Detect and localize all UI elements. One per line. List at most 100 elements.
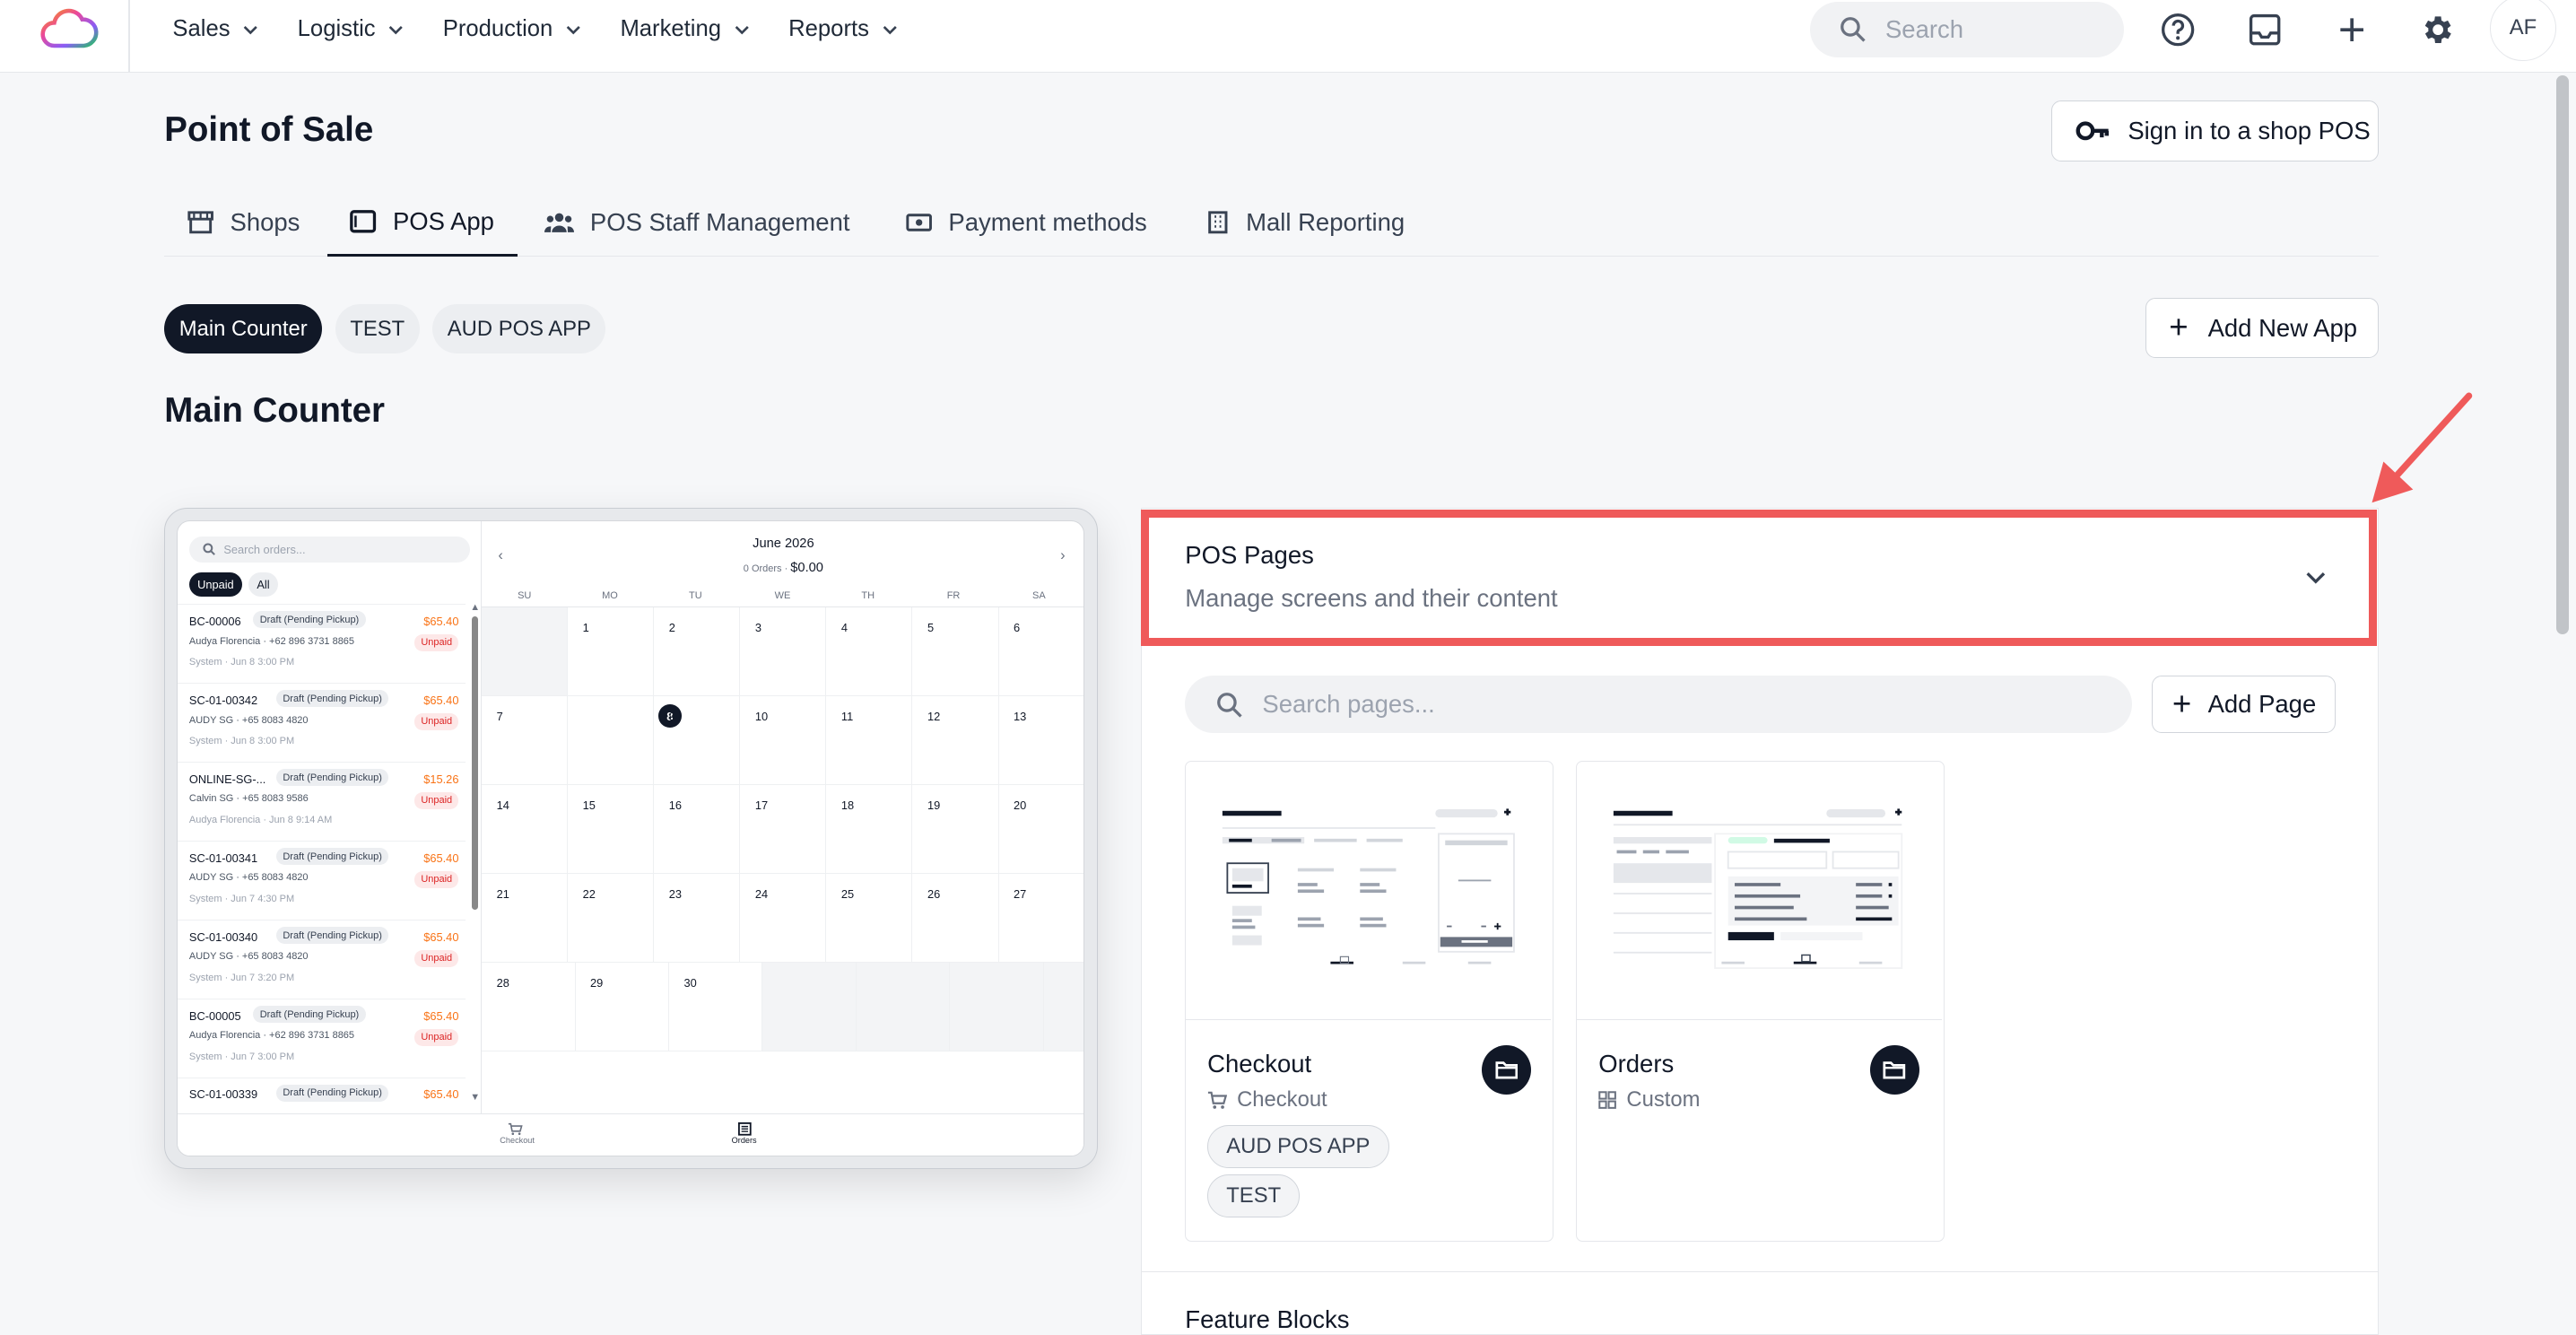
sign-in-label: Sign in to a shop POS [2128, 116, 2371, 144]
calendar-day[interactable]: 18 [826, 785, 913, 875]
calendar-day[interactable]: 11 [826, 696, 913, 786]
order-search-input[interactable]: Search orders... [188, 536, 471, 563]
calendar-day[interactable]: 14 [482, 785, 569, 875]
calendar-day[interactable]: 7 [482, 696, 569, 786]
calendar-day-number: 22 [582, 886, 596, 901]
pos-preview-tablet: Search orders... Unpaid All BC-00006 Draf… [164, 508, 1099, 1169]
tab-pos-app-label: POS App [392, 206, 494, 235]
chevron-down-icon[interactable] [2304, 565, 2328, 589]
search-pages-placeholder: Search pages... [1262, 690, 1435, 719]
calendar-day[interactable]: 8 [568, 696, 682, 786]
calendar-day[interactable]: 23 [654, 874, 741, 964]
order-row[interactable]: BC-00005 Draft (Pending Pickup) $65.40 Audy… [178, 998, 466, 1078]
add-page-label: Add Page [2207, 690, 2317, 719]
plus-icon[interactable] [2334, 12, 2370, 48]
calendar-day[interactable]: 4 [826, 607, 913, 697]
order-row[interactable]: SC-01-00339 Draft (Pending Pickup) $65.40 [178, 1077, 466, 1113]
calendar-day-number: 4 [840, 621, 849, 635]
order-time: System · Jun 7 3:00 PM [188, 1051, 295, 1063]
order-customer: Audya Florencia · +62 896 3731 8865 [188, 1030, 355, 1042]
calendar-day[interactable]: 29 [575, 963, 669, 1052]
calendar-day-number: 5 [927, 621, 935, 635]
filter-all[interactable]: All [248, 572, 278, 598]
scroll-up-icon[interactable]: ▲ [470, 602, 480, 613]
app-logo-icon[interactable] [39, 6, 99, 52]
calendar-day[interactable]: 12 [912, 696, 999, 786]
filter-unpaid[interactable]: Unpaid [188, 572, 242, 598]
calendar-day[interactable]: 21 [482, 874, 569, 964]
app-pill-aud-pos-app[interactable]: AUD POS APP [432, 304, 606, 353]
page-card-orders[interactable]: Orders Custom [1576, 761, 1945, 1242]
calendar-day[interactable]: 25 [826, 874, 913, 964]
calendar-day[interactable]: 30 [669, 963, 763, 1052]
open-folder-button[interactable] [1869, 1044, 1919, 1095]
calendar-day-number: 30 [683, 975, 697, 990]
sign-in-shop-pos-button[interactable]: Sign in to a shop POS [2051, 100, 2379, 161]
nav-sales[interactable]: Sales [172, 16, 257, 42]
inbox-icon[interactable] [2247, 12, 2283, 48]
add-page-button[interactable]: + Add Page [2151, 676, 2337, 734]
tab-pos-staff-management[interactable]: POS Staff Management [521, 189, 873, 257]
calendar-day[interactable]: 28 [482, 963, 576, 1052]
calendar-day[interactable]: 9 [654, 696, 741, 786]
page-scrollbar[interactable] [2555, 75, 2570, 635]
calendar-day[interactable]: 3 [740, 607, 827, 697]
calendar-day[interactable]: 27 [998, 874, 1083, 964]
tabbar-orders[interactable]: Orders [732, 1136, 757, 1145]
orders-thumbnail [1577, 808, 1943, 1021]
tab-pos-app[interactable]: POS App [326, 189, 518, 257]
global-search-input[interactable]: Search [1809, 1, 2124, 58]
calendar-day[interactable]: 24 [740, 874, 827, 964]
calendar-day-number: 9 [668, 709, 675, 723]
tab-shops[interactable]: Shops [164, 189, 323, 257]
calendar-day[interactable]: 17 [740, 785, 827, 875]
search-pages-input[interactable]: Search pages... [1185, 676, 2132, 734]
tab-payment-methods[interactable]: Payment methods [883, 189, 1170, 257]
calendar-day[interactable]: 16 [654, 785, 741, 875]
help-icon[interactable] [2160, 12, 2196, 48]
order-row[interactable]: BC-00006 Draft (Pending Pickup) $65.40 Audy… [178, 603, 466, 683]
feature-blocks-divider [1140, 1270, 2379, 1272]
nav-production-label: Production [442, 16, 553, 42]
weekday-label: MO [602, 590, 618, 602]
calendar-day[interactable]: 5 [912, 607, 999, 697]
calendar-day[interactable]: 15 [568, 785, 655, 875]
order-row[interactable]: ONLINE-SG-... Draft (Pending Pickup) $15.2… [178, 761, 466, 841]
app-pill-main-counter[interactable]: Main Counter [164, 304, 323, 353]
nav-production[interactable]: Production [443, 16, 581, 42]
order-id: BC-00006 [188, 614, 241, 628]
open-folder-button[interactable] [1482, 1044, 1532, 1095]
app-pill-test[interactable]: TEST [335, 304, 420, 353]
scroll-down-icon[interactable]: ▼ [470, 1092, 480, 1103]
calendar-day[interactable]: 2 [654, 607, 741, 697]
user-avatar[interactable]: AF [2490, 0, 2556, 61]
calendar-day[interactable]: 1 [568, 607, 655, 697]
order-status: Draft (Pending Pickup) [276, 768, 389, 787]
order-row[interactable]: SC-01-00342 Draft (Pending Pickup) $65.40 A… [178, 682, 466, 762]
nav-reports[interactable]: Reports [788, 16, 897, 42]
order-row[interactable]: SC-01-00340 Draft (Pending Pickup) $65.40 A… [178, 919, 466, 999]
grid-icon [1598, 1091, 1617, 1110]
calendar-day[interactable]: 19 [912, 785, 999, 875]
pos-pages-header-highlight[interactable] [1140, 510, 2377, 647]
calendar-day[interactable]: 26 [912, 874, 999, 964]
gear-icon[interactable] [2420, 12, 2456, 48]
nav-logistic[interactable]: Logistic [298, 16, 404, 42]
calendar-day[interactable]: 13 [998, 696, 1083, 786]
tab-mall-reporting[interactable]: Mall Reporting [1183, 189, 1427, 257]
calendar-day[interactable]: 22 [568, 874, 655, 964]
page-card-checkout[interactable]: Checkout Checkout AUD POS APP TEST [1185, 761, 1553, 1242]
calendar-day-number: 21 [496, 886, 509, 901]
order-id: BC-00005 [188, 1008, 241, 1023]
nav-marketing[interactable]: Marketing [620, 16, 749, 42]
calendar-next-icon[interactable]: › [1060, 547, 1066, 564]
calendar-day[interactable]: 20 [998, 785, 1083, 875]
people-icon [544, 214, 574, 233]
calendar-day[interactable]: 6 [998, 607, 1083, 697]
calendar-day[interactable]: 10 [740, 696, 827, 786]
add-new-app-button[interactable]: + Add New App [2145, 297, 2379, 359]
order-row[interactable]: SC-01-00341 Draft (Pending Pickup) $65.40 A… [178, 840, 466, 920]
order-list-scrollbar[interactable] [472, 616, 479, 910]
tabbar-checkout[interactable]: Checkout [500, 1136, 535, 1145]
feature-blocks-title[interactable]: Feature Blocks [1185, 1305, 1349, 1334]
